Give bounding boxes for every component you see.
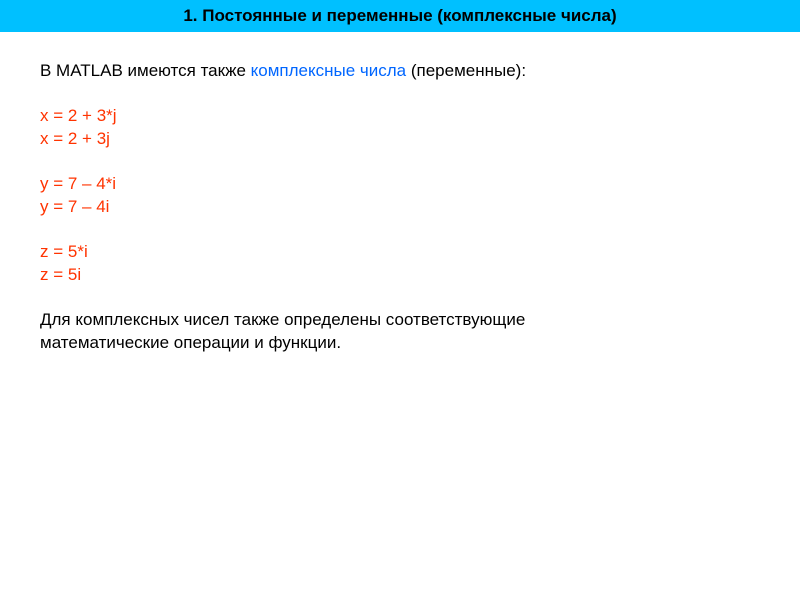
code-line: y = 7 – 4*i <box>40 173 760 196</box>
footer-line1: Для комплексных чисел также определены с… <box>40 309 760 332</box>
code-line: x = 2 + 3j <box>40 128 760 151</box>
intro-line: В MATLAB имеются также комплексные числа… <box>40 60 760 83</box>
code-group-y: y = 7 – 4*i y = 7 – 4i <box>40 173 760 219</box>
intro-part2: (переменные): <box>406 61 526 80</box>
slide-content: В MATLAB имеются также комплексные числа… <box>0 32 800 374</box>
slide: 1. Постоянные и переменные (комплексные … <box>0 0 800 600</box>
footer-line2: математические операции и функции. <box>40 332 760 355</box>
code-group-z: z = 5*i z = 5i <box>40 241 760 287</box>
footer-text: Для комплексных чисел также определены с… <box>40 309 760 355</box>
code-line: z = 5i <box>40 264 760 287</box>
code-group-x: x = 2 + 3*j x = 2 + 3j <box>40 105 760 151</box>
code-line: x = 2 + 3*j <box>40 105 760 128</box>
slide-title-bar: 1. Постоянные и переменные (комплексные … <box>0 0 800 32</box>
slide-title: 1. Постоянные и переменные (комплексные … <box>183 6 616 25</box>
code-line: z = 5*i <box>40 241 760 264</box>
code-line: y = 7 – 4i <box>40 196 760 219</box>
intro-part1: В MATLAB имеются также <box>40 61 251 80</box>
intro-highlight: комплексные числа <box>251 61 407 80</box>
